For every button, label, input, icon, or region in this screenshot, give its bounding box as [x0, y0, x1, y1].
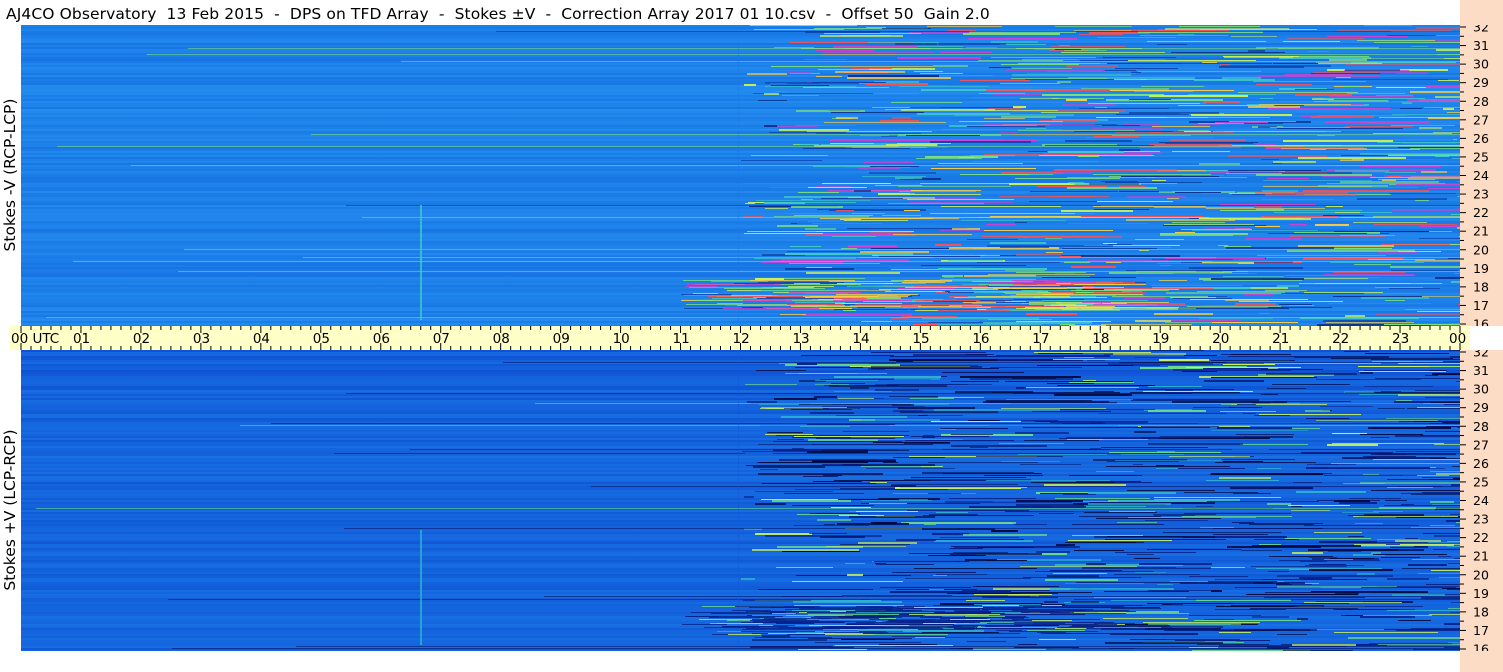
time-tick-label: 04: [253, 331, 270, 347]
time-tick-label: 15: [912, 331, 929, 347]
time-tick-label: 16: [972, 331, 989, 347]
freq-tick-label: 19: [1473, 261, 1489, 276]
chart-title: AJ4CO Observatory 13 Feb 2015 - DPS on T…: [6, 5, 990, 23]
time-tick-label: 00 UTC: [11, 331, 59, 347]
time-tick-label: 02: [133, 331, 150, 347]
spectrogram-stokes-plus-v: [21, 350, 1460, 651]
time-tick-label: 01: [73, 331, 90, 347]
spectrogram-top-svg: [21, 25, 1460, 326]
freq-tick-label: 21: [1473, 224, 1489, 239]
freq-tick-label: 26: [1473, 131, 1489, 146]
freq-tick-label: 24: [1473, 493, 1489, 508]
time-tick-label: 19: [1152, 331, 1169, 347]
freq-tick-label: 16: [1473, 642, 1489, 652]
freq-tick-label: 22: [1473, 205, 1489, 220]
time-tick-label: 12: [733, 331, 750, 347]
freq-tick-label: 26: [1473, 456, 1489, 471]
freq-tick-label: 24: [1473, 168, 1489, 183]
time-axis: 00 UTC 01 02 03 04 05 06 07 08 09 10 11 12 13 14 15 16 17…: [10, 326, 1470, 350]
freq-axis-top-filler: [1460, 0, 1503, 25]
freq-tick-label: 17: [1473, 298, 1489, 313]
time-tick-label: 09: [553, 331, 570, 347]
time-tick-label: 03: [193, 331, 210, 347]
freq-tick-label: 23: [1473, 187, 1489, 202]
time-tick-label: 10: [613, 331, 630, 347]
time-tick-label: 06: [373, 331, 390, 347]
time-tick-label: 23: [1392, 331, 1409, 347]
freq-tick-label: 21: [1473, 549, 1489, 564]
spectrogram-bottom-svg: [21, 350, 1460, 651]
freq-tick-label: 18: [1473, 279, 1489, 294]
freq-tick-label: 20: [1473, 567, 1489, 582]
freq-ticks-bottom: 16 17 18 19 20 21 22 23 24 25 26 27 28 29 30 31 32: [1460, 350, 1489, 652]
freq-tick-label: 32: [1473, 25, 1489, 35]
freq-tick-label: 17: [1473, 623, 1489, 638]
time-tick-label: 18: [1092, 331, 1109, 347]
freq-tick-label: 20: [1473, 242, 1489, 257]
y-axis-label-top: Stokes -V (RCP-LCP): [1, 98, 19, 252]
freq-tick-label: 31: [1473, 363, 1489, 378]
freq-tick-label: 18: [1473, 604, 1489, 619]
time-axis-svg: 00 UTC 01 02 03 04 05 06 07 08 09 10 11 12 13 14 15 16 17…: [11, 326, 1470, 350]
freq-ticks-top: 16 17 18 19 20 21 22 23 24 25 26 27 28 29 30 31 32: [1460, 25, 1489, 327]
freq-tick-label: 23: [1473, 512, 1489, 527]
freq-tick-label: 27: [1473, 437, 1489, 452]
freq-axis-top: 16 17 18 19 20 21 22 23 24 25 26 27 28 29 30 31 32: [1460, 25, 1503, 326]
freq-tick-label: 28: [1473, 419, 1489, 434]
spectrogram-stokes-minus-v: [21, 25, 1460, 326]
time-tick-label: 22: [1332, 331, 1349, 347]
freq-tick-label: 25: [1473, 149, 1489, 164]
freq-axis-bottom-filler: [1460, 651, 1503, 672]
time-tick-label: 21: [1272, 331, 1289, 347]
freq-tick-label: 32: [1473, 350, 1489, 360]
freq-tick-label: 25: [1473, 474, 1489, 489]
freq-tick-label: 22: [1473, 530, 1489, 545]
time-tick-label: 13: [792, 331, 809, 347]
time-tick-label: 08: [493, 331, 510, 347]
freq-tick-label: 30: [1473, 382, 1489, 397]
freq-tick-label: 31: [1473, 38, 1489, 53]
freq-tick-label: 29: [1473, 400, 1489, 415]
freq-tick-label: 30: [1473, 57, 1489, 72]
time-tick-label: 07: [433, 331, 450, 347]
time-tick-label: 20: [1212, 331, 1229, 347]
freq-tick-label: 16: [1473, 317, 1489, 327]
freq-axis-bottom: 16 17 18 19 20 21 22 23 24 25 26 27 28 29 30 31 32: [1460, 350, 1503, 651]
freq-tick-label: 27: [1473, 112, 1489, 127]
freq-tick-label: 28: [1473, 94, 1489, 109]
freq-tick-label: 29: [1473, 75, 1489, 90]
freq-tick-label: 19: [1473, 586, 1489, 601]
time-tick-label: 14: [852, 331, 869, 347]
time-tick-label: 17: [1032, 331, 1049, 347]
time-tick-label: 00 MHz: [1449, 331, 1470, 347]
time-tick-label: 11: [673, 331, 690, 347]
y-axis-label-bottom: Stokes +V (LCP-RCP): [1, 429, 19, 591]
time-tick-label: 05: [313, 331, 330, 347]
